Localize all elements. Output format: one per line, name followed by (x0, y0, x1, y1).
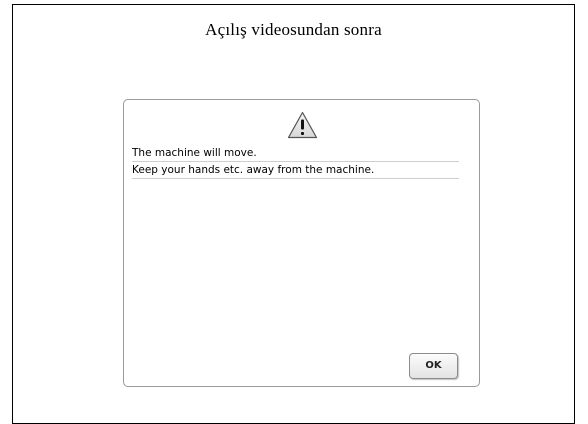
page-title: Açılış videosundan sonra (205, 20, 382, 39)
page-frame: Açılış videosundan sonra The machine wil… (12, 4, 575, 424)
warning-triangle-icon (287, 111, 318, 139)
dialog-message-line-1: The machine will move. (132, 145, 459, 162)
ok-button[interactable]: OK (409, 353, 458, 379)
dialog-message-line-2: Keep your hands etc. away from the machi… (132, 162, 459, 179)
warning-dialog: The machine will move. Keep your hands e… (123, 99, 480, 387)
